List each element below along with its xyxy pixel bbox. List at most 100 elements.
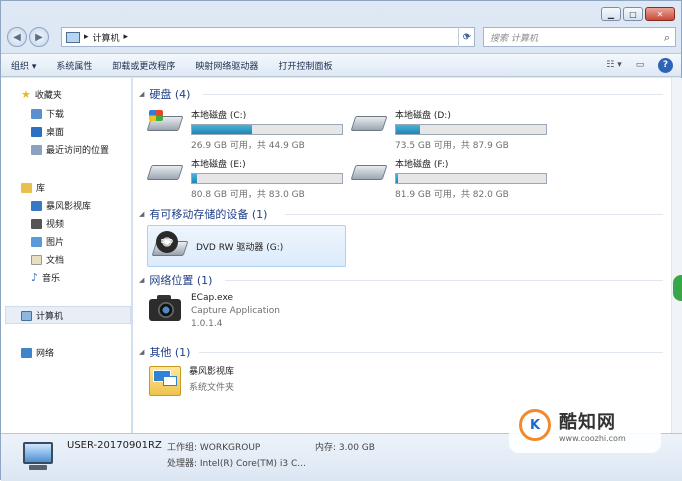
- collapse-arrow-icon[interactable]: ◢: [139, 90, 144, 98]
- nav-computer[interactable]: 计算机: [21, 309, 63, 322]
- address-separator: ▸: [123, 32, 129, 42]
- control-panel-button[interactable]: 打开控制面板: [268, 59, 342, 72]
- system-drive-icon: [146, 108, 184, 134]
- group-divider: [203, 94, 663, 95]
- nav-label: 计算机: [36, 312, 64, 322]
- group-label: 硬盘 (4): [149, 88, 191, 101]
- drive-usage-bar: [191, 173, 343, 184]
- ecap-item[interactable]: ECap.exe Capture Application 1.0.1.4: [147, 293, 280, 329]
- watermark-url: www.coozhi.com: [559, 433, 626, 443]
- nav-network[interactable]: 网络: [21, 346, 54, 359]
- group-removable[interactable]: ◢ 有可移动存储的设备 (1): [139, 206, 267, 222]
- nav-label: 桌面: [46, 128, 65, 138]
- folder-type: 系统文件夹: [189, 383, 235, 393]
- drive-f[interactable]: 本地磁盘 (F:) 81.9 GB 可用，共 82.0 GB: [350, 157, 547, 200]
- command-bar: 组织 ▾ 系统属性 卸载或更改程序 映射网络驱动器 打开控制面板 ☷ ▾ ▭ ?: [1, 53, 681, 77]
- desktop-icon: [31, 126, 42, 137]
- refresh-button[interactable]: ⟳: [458, 27, 475, 47]
- nav-pictures[interactable]: 图片: [31, 235, 64, 248]
- drive-info: 81.9 GB 可用，共 82.0 GB: [395, 190, 509, 200]
- nav-favorites[interactable]: ★ 收藏夹: [21, 88, 62, 101]
- organize-button[interactable]: 组织 ▾: [1, 59, 46, 72]
- nav-label: 音乐: [42, 274, 61, 284]
- address-path[interactable]: 计算机: [93, 31, 120, 44]
- app-version: 1.0.1.4: [191, 319, 223, 329]
- library-icon: [21, 182, 32, 193]
- nav-documents[interactable]: 文档: [31, 253, 64, 266]
- nav-downloads[interactable]: 下载: [31, 107, 64, 120]
- group-label: 其他 (1): [149, 346, 191, 359]
- search-icon[interactable]: ⌕: [664, 31, 670, 45]
- watermark-brand: 酷知网: [559, 411, 616, 433]
- hard-drive-icon: [350, 108, 388, 134]
- system-properties-button[interactable]: 系统属性: [46, 59, 102, 72]
- pictures-icon: [31, 236, 42, 247]
- content-scrollbar[interactable]: [671, 78, 682, 433]
- address-separator: ▸: [84, 32, 89, 42]
- preview-pane-icon[interactable]: ▭: [632, 57, 648, 73]
- nav-videos[interactable]: 视频: [31, 217, 64, 230]
- nav-libraries[interactable]: 库: [21, 181, 45, 194]
- drive-c[interactable]: 本地磁盘 (C:) 26.9 GB 可用，共 44.9 GB: [146, 108, 343, 151]
- nav-label: 下载: [46, 110, 65, 120]
- side-widget-icon[interactable]: [673, 275, 682, 301]
- workgroup: 工作组: WORKGROUP: [167, 443, 261, 453]
- camera-icon: [147, 293, 183, 323]
- help-icon[interactable]: ?: [658, 57, 673, 73]
- group-divider: [285, 214, 663, 215]
- drive-d[interactable]: 本地磁盘 (D:) 73.5 GB 可用，共 87.9 GB: [350, 108, 547, 151]
- nav-label: 最近访问的位置: [46, 146, 110, 156]
- uninstall-button[interactable]: 卸载或更改程序: [102, 59, 185, 72]
- close-button[interactable]: ✕: [645, 7, 675, 21]
- nav-desktop[interactable]: 桌面: [31, 125, 64, 138]
- watermark-logo-icon: K: [519, 409, 551, 441]
- caption-buttons: ▁ □ ✕: [601, 7, 675, 21]
- drive-name: 本地磁盘 (E:): [191, 160, 246, 170]
- explorer-window: ▁ □ ✕ ◀ ▶ ▸ 计算机 ▸ ▾ ⟳ 搜索 计算机 ⌕ 组织 ▾ 系统属性…: [0, 0, 682, 481]
- drive-usage-bar: [395, 173, 547, 184]
- computer-icon: [21, 310, 32, 321]
- storm-library-item[interactable]: 暴风影视库 系统文件夹: [147, 364, 234, 398]
- nav-label: 收藏夹: [34, 91, 62, 101]
- collapse-arrow-icon[interactable]: ◢: [139, 276, 144, 284]
- minimize-button[interactable]: ▁: [601, 7, 621, 21]
- drive-name: DVD RW 驱动器 (G:): [196, 242, 284, 253]
- hard-drive-icon: [350, 157, 388, 183]
- system-folder-icon: [147, 364, 183, 398]
- drive-e[interactable]: 本地磁盘 (E:) 80.8 GB 可用，共 83.0 GB: [146, 157, 343, 200]
- documents-icon: [31, 254, 42, 265]
- drive-info: 26.9 GB 可用，共 44.9 GB: [191, 141, 305, 151]
- group-hard-disks[interactable]: ◢ 硬盘 (4): [139, 86, 190, 102]
- group-other[interactable]: ◢ 其他 (1): [139, 344, 190, 360]
- computer-icon: [66, 31, 80, 43]
- drive-usage-bar: [191, 124, 343, 135]
- forward-button[interactable]: ▶: [29, 27, 49, 47]
- hard-drive-icon: [146, 157, 184, 183]
- view-options-icon[interactable]: ☷ ▾: [606, 57, 622, 73]
- nav-label: 库: [36, 184, 46, 194]
- collapse-arrow-icon[interactable]: ◢: [139, 348, 144, 356]
- group-divider: [225, 280, 663, 281]
- group-network-location[interactable]: ◢ 网络位置 (1): [139, 272, 212, 288]
- drive-info: 73.5 GB 可用，共 87.9 GB: [395, 141, 509, 151]
- search-input[interactable]: 搜索 计算机 ⌕: [483, 27, 676, 47]
- nav-storm-library[interactable]: 暴风影视库: [31, 199, 91, 212]
- dvd-drive-g[interactable]: DVD DVD RW 驱动器 (G:): [147, 225, 346, 267]
- address-bar[interactable]: ▸ 计算机 ▸ ▾: [61, 27, 475, 47]
- group-divider: [199, 352, 663, 353]
- watermark: K 酷知网 www.coozhi.com: [509, 397, 661, 453]
- nav-label: 网络: [36, 349, 55, 359]
- group-label: 网络位置 (1): [149, 274, 213, 287]
- recent-places-icon: [31, 144, 42, 155]
- collapse-arrow-icon[interactable]: ◢: [139, 210, 144, 218]
- map-drive-button[interactable]: 映射网络驱动器: [185, 59, 268, 72]
- drive-name: 本地磁盘 (F:): [395, 160, 449, 170]
- back-button[interactable]: ◀: [7, 27, 27, 47]
- nav-label: 文档: [46, 256, 65, 266]
- nav-recent[interactable]: 最近访问的位置: [31, 143, 109, 156]
- maximize-button[interactable]: □: [623, 7, 643, 21]
- nav-music[interactable]: ♪ 音乐: [31, 271, 60, 284]
- downloads-icon: [31, 108, 42, 119]
- computer-monitor-icon: [21, 440, 55, 474]
- star-icon: ★: [21, 88, 31, 101]
